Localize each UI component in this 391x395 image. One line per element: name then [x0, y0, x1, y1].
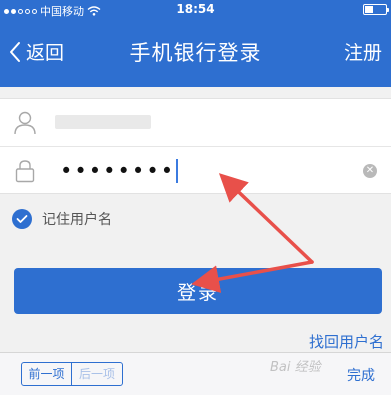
next-field-button[interactable]: 后一项 [72, 363, 122, 385]
remember-username-checkbox[interactable]: 记住用户名 [12, 209, 112, 229]
header: 中国移动 18:54 返回 手机银行登录 注册 [0, 0, 391, 87]
username-value-redacted [55, 115, 151, 129]
clear-icon[interactable]: ✕ [363, 164, 377, 178]
password-field[interactable]: •••••••• ✕ [0, 147, 391, 195]
login-button[interactable]: 登录 [14, 268, 382, 314]
remember-username-label: 记住用户名 [42, 212, 112, 228]
register-button[interactable]: 注册 [344, 38, 382, 65]
nav-bar: 返回 手机银行登录 注册 [0, 20, 391, 87]
previous-field-button[interactable]: 前一项 [22, 363, 72, 385]
status-time: 18:54 [176, 2, 215, 16]
text-cursor [176, 159, 179, 183]
password-value: •••••••• [60, 159, 179, 183]
checkmark-icon [12, 209, 32, 229]
watermark-logo: Bai 经验 [270, 360, 321, 375]
password-mask: •••••••• [60, 159, 176, 183]
battery-level [365, 6, 373, 13]
battery-icon [363, 4, 389, 15]
keyboard-toolbar: 前一项 后一项 完成 [0, 352, 391, 395]
page-title: 手机银行登录 [129, 41, 262, 65]
status-bar: 中国移动 18:54 [0, 0, 391, 20]
login-form: •••••••• ✕ [0, 98, 391, 194]
field-navigation: 前一项 后一项 [21, 362, 123, 386]
status-right [363, 4, 389, 15]
recover-username-link[interactable]: 找回用户名 [309, 331, 384, 352]
user-icon [14, 111, 36, 135]
lock-icon [15, 160, 35, 183]
done-button[interactable]: 完成 [347, 365, 375, 385]
username-field[interactable] [0, 99, 391, 147]
